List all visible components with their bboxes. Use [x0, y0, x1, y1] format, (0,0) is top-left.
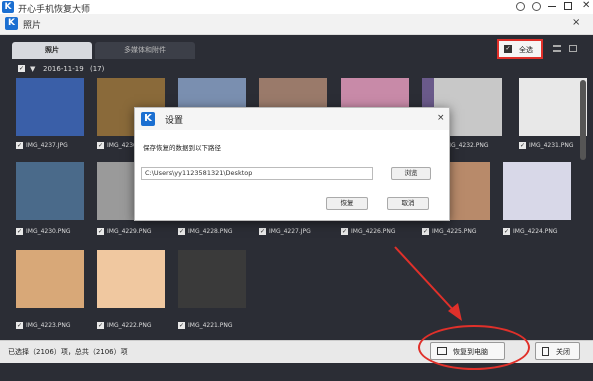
- select-all-label: 全选: [519, 46, 533, 54]
- dialog-close-icon[interactable]: ×: [437, 113, 445, 123]
- restore-button[interactable]: 恢复: [326, 197, 368, 210]
- maximize-icon[interactable]: [564, 2, 572, 10]
- photo-filename: IMG_4230.PNG: [26, 228, 71, 235]
- photo-checkbox[interactable]: ✓: [519, 142, 526, 149]
- selection-status: 已选择（2106）项，总共（2106）项: [8, 348, 128, 356]
- chat-icon[interactable]: [516, 2, 525, 11]
- minimize-icon[interactable]: [548, 6, 556, 7]
- photo-checkbox[interactable]: ✓: [16, 142, 23, 149]
- photo-filename: IMG_4221.PNG: [188, 322, 233, 329]
- photo-checkbox[interactable]: ✓: [97, 142, 104, 149]
- photo-thumbnail[interactable]: [97, 250, 165, 308]
- photo-close-icon[interactable]: ×: [572, 17, 580, 28]
- photo-checkbox[interactable]: ✓: [178, 228, 185, 235]
- group-date: 2016-11-19: [43, 65, 84, 73]
- tab-media-attachments[interactable]: 多媒体和附件: [95, 42, 195, 59]
- photo-checkbox[interactable]: ✓: [259, 228, 266, 235]
- photo-checkbox[interactable]: ✓: [503, 228, 510, 235]
- dialog-logo-icon: K: [141, 112, 155, 126]
- app-logo-icon: K: [2, 1, 14, 13]
- save-path-input[interactable]: C:\Users\yy1123581321\Desktop: [141, 167, 373, 180]
- photo-filename: IMG_4229.PNG: [107, 228, 152, 235]
- photo-thumbnail[interactable]: [178, 250, 246, 308]
- group-count: (17): [90, 65, 105, 73]
- photo-checkbox[interactable]: ✓: [178, 322, 185, 329]
- photo-filename: IMG_4224.PNG: [513, 228, 558, 235]
- scrollbar[interactable]: [580, 80, 586, 160]
- photo-filename: IMG_4225.PNG: [432, 228, 477, 235]
- annotation-circle: [418, 325, 530, 370]
- checkbox-checked-icon: ✓: [504, 45, 512, 53]
- photo-window-header: [0, 14, 593, 35]
- photo-checkbox[interactable]: ✓: [16, 322, 23, 329]
- select-all-toggle[interactable]: ✓ 全选: [497, 39, 543, 59]
- dialog-prompt: 保存恢复的数据到以下路径: [143, 144, 221, 152]
- photo-checkbox[interactable]: ✓: [97, 228, 104, 235]
- close-icon[interactable]: ✕: [582, 0, 590, 11]
- photo-filename: IMG_4228.PNG: [188, 228, 233, 235]
- photo-thumbnail[interactable]: [16, 162, 84, 220]
- photo-filename: IMG_4222.PNG: [107, 322, 152, 329]
- photo-filename: IMG_4223.PNG: [26, 322, 71, 329]
- photo-filename: IMG_4226.PNG: [351, 228, 396, 235]
- browse-button[interactable]: 浏览: [391, 167, 431, 180]
- grid-view-icon[interactable]: [569, 45, 577, 52]
- photo-window-title: 照片: [23, 21, 42, 31]
- tab-photos[interactable]: 照片: [12, 42, 92, 59]
- photo-thumbnail[interactable]: [16, 250, 84, 308]
- group-checkbox[interactable]: ✓: [18, 65, 25, 72]
- photo-filename: IMG_4231.PNG: [529, 142, 574, 149]
- menu-icon[interactable]: [532, 2, 541, 11]
- cancel-button[interactable]: 取消: [387, 197, 429, 210]
- collapse-icon[interactable]: ▼: [30, 65, 35, 73]
- photo-filename: IMG_4232.PNG: [444, 142, 489, 149]
- photo-thumbnail[interactable]: [519, 78, 587, 136]
- dialog-title: 设置: [165, 116, 184, 126]
- photo-filename: IMG_4227.JPG: [269, 228, 311, 235]
- photo-checkbox[interactable]: ✓: [341, 228, 348, 235]
- photo-thumbnail[interactable]: [16, 78, 84, 136]
- list-view-icon[interactable]: [553, 45, 561, 52]
- photo-logo-icon: K: [5, 17, 18, 30]
- photo-checkbox[interactable]: ✓: [16, 228, 23, 235]
- photo-checkbox[interactable]: ✓: [97, 322, 104, 329]
- close-button[interactable]: 关闭: [535, 342, 580, 360]
- photo-thumbnail[interactable]: [503, 162, 571, 220]
- close-label: 关闭: [556, 348, 570, 356]
- exit-icon: [542, 347, 549, 356]
- photo-checkbox[interactable]: ✓: [422, 228, 429, 235]
- settings-dialog: K 设置 × 保存恢复的数据到以下路径 C:\Users\yy112358132…: [134, 107, 450, 221]
- photo-filename: IMG_4237.JPG: [26, 142, 68, 149]
- annotation-arrow: [394, 246, 462, 321]
